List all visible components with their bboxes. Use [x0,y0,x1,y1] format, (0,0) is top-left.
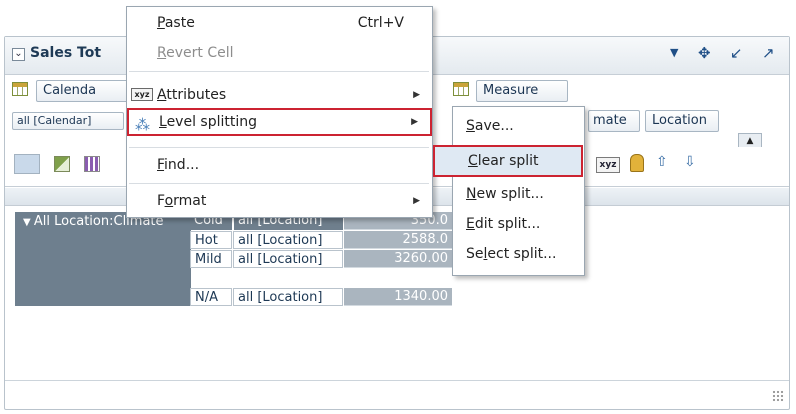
bar-chart-icon[interactable] [84,156,100,172]
menu-separator [129,147,429,148]
dropdown-icon[interactable]: ▼ [670,46,678,59]
location-cell[interactable]: all [Location] [233,231,343,249]
menu-item-level-splitting[interactable]: ⁂ Level splitting ▶ [127,108,432,136]
table-view-icon[interactable] [14,154,40,174]
submenu-arrow-icon: ▶ [413,196,420,206]
climate-cell[interactable]: Mild [190,250,232,268]
menu-item-revert-cell[interactable]: Revert Cell [127,41,432,65]
menu-separator [129,71,429,72]
sort-descending-icon[interactable]: ⇩ [684,154,704,174]
value-cell[interactable]: 2588.0 [344,231,452,249]
location-chip[interactable]: Location [645,110,719,132]
resize-grip-icon[interactable] [772,390,784,402]
calendar-filter-chip[interactable]: all [Calendar] [12,112,124,130]
maximize-icon[interactable]: ↗ [762,44,775,62]
climate-cell[interactable]: Hot [190,231,232,249]
climate-cell[interactable]: N/A [190,288,232,306]
submenu-item-clear-split[interactable]: Clear split [433,145,583,177]
value-cell[interactable]: 3260.00 [344,250,452,268]
menu-item-format[interactable]: Format ▶ [127,189,432,213]
expand-triangle-icon[interactable]: ▼ [23,217,34,228]
sort-ascending-icon[interactable]: ⇧ [656,154,676,174]
climate-chip[interactable]: mate [588,110,640,132]
empty-area [15,306,190,362]
panel-title: Sales Tot [30,45,102,61]
submenu-item-new-split[interactable]: New split... [453,181,584,207]
menu-item-find[interactable]: Find... [127,153,432,177]
context-menu: Paste Ctrl+V Revert Cell xyz Attributes … [126,6,433,218]
location-cell[interactable]: all [Location] [233,250,343,268]
header-tools: ▼ ✥ ↙ ↗ [662,44,782,66]
row-header-all-location[interactable]: ▼ All Location:Climate [15,212,191,306]
calendar-chip[interactable]: Calenda [36,80,128,102]
paste-shortcut: Ctrl+V [357,15,404,31]
menu-item-paste[interactable]: Paste Ctrl+V [127,11,432,35]
measure-chip[interactable]: Measure [476,80,568,102]
level-splitting-submenu: Save... Clear split New split... Edit sp… [433,106,585,276]
chart-view-icon[interactable] [54,156,70,172]
xyz-attribute-icon[interactable]: xyz [596,157,620,173]
move-icon[interactable]: ✥ [698,44,711,62]
submenu-arrow-icon: ▶ [411,117,418,127]
status-bar [5,380,789,408]
split-icon: ⁂ [135,116,150,134]
xyz-icon: xyz [131,88,153,101]
location-cell[interactable]: all [Location] [233,288,343,306]
submenu-arrow-icon: ▶ [413,90,420,100]
minimize-icon[interactable]: ↙ [730,44,743,62]
grid-icon [453,82,469,96]
collapse-icon[interactable]: ⌄ [12,48,25,61]
menu-separator [129,183,429,184]
lock-icon[interactable] [630,154,644,172]
submenu-item-save[interactable]: Save... [453,113,584,139]
value-cell[interactable]: 1340.00 [344,288,452,306]
menu-item-attributes[interactable]: xyz Attributes ▶ [127,83,432,107]
submenu-item-edit-split[interactable]: Edit split... [453,211,584,237]
submenu-item-select-split[interactable]: Select split... [453,241,584,267]
grid-icon [12,82,28,96]
